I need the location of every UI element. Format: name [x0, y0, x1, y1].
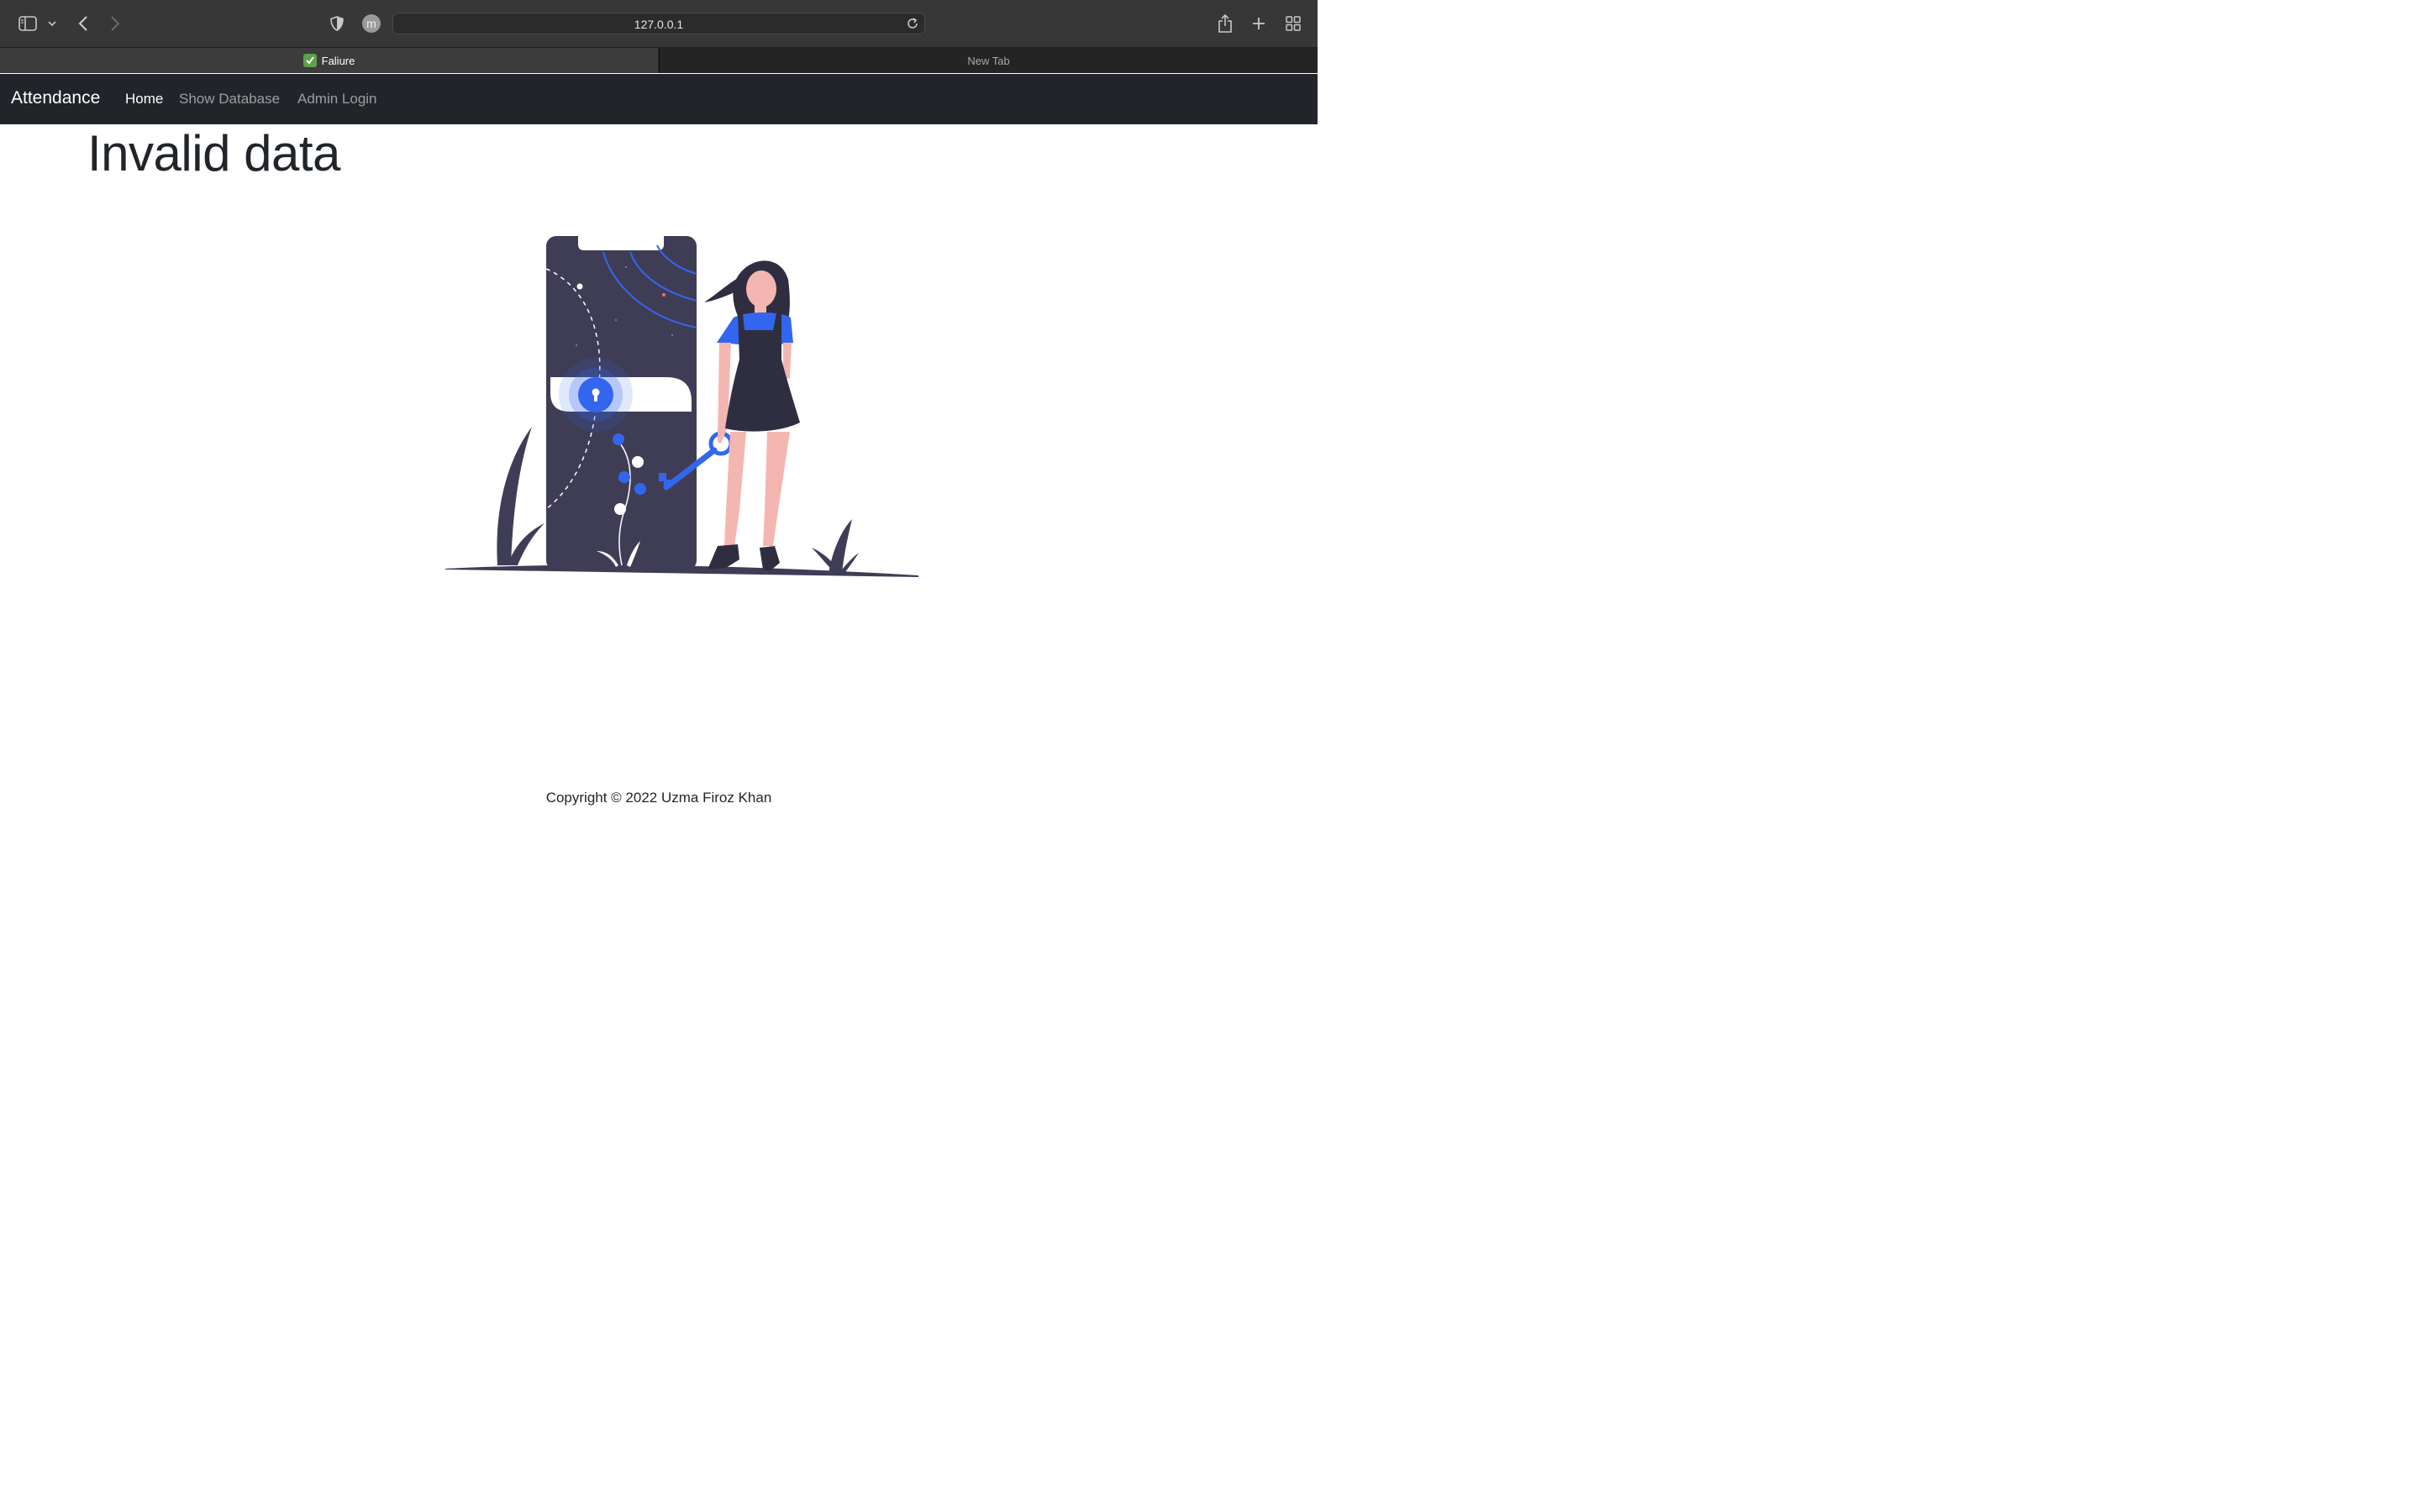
phone-lock-key-woman-illustration: [445, 236, 918, 577]
phone-notch: [578, 236, 664, 250]
tab-bar: Faliure New Tab: [0, 48, 1318, 73]
page-title: Invalid data: [87, 125, 340, 181]
tab-new-tab[interactable]: New Tab: [659, 48, 1318, 73]
reload-icon[interactable]: [906, 17, 919, 34]
tab-label: Faliure: [321, 54, 355, 67]
footer-copyright: Copyright © 2022 Uzma Firoz Khan: [545, 790, 772, 806]
profile-initial: m: [362, 14, 381, 33]
navbar: Attendance Home Show Database Admin Logi…: [0, 74, 1318, 124]
tab-overview-icon[interactable]: [1281, 12, 1305, 35]
shield-icon[interactable]: [325, 12, 349, 35]
share-icon[interactable]: [1213, 12, 1237, 35]
tab-label: New Tab: [967, 54, 1010, 67]
chevron-down-icon[interactable]: [40, 12, 64, 35]
back-icon[interactable]: [71, 12, 95, 35]
check-icon: [302, 54, 317, 67]
nav-link-show-database[interactable]: Show Database: [179, 91, 280, 108]
forward-icon[interactable]: [103, 12, 127, 35]
url-text: 127.0.0.1: [634, 18, 684, 31]
new-tab-icon[interactable]: [1247, 12, 1270, 35]
navbar-brand[interactable]: Attendance: [11, 88, 100, 108]
address-bar[interactable]: 127.0.0.1: [392, 13, 925, 34]
browser-toolbar: m 127.0.0.1: [0, 0, 1318, 48]
nav-link-admin-login[interactable]: Admin Login: [297, 91, 377, 108]
sidebar-icon[interactable]: [16, 12, 39, 35]
profile-icon[interactable]: m: [360, 12, 383, 35]
tab-faliure[interactable]: Faliure: [0, 48, 658, 73]
nav-link-home[interactable]: Home: [125, 91, 163, 108]
